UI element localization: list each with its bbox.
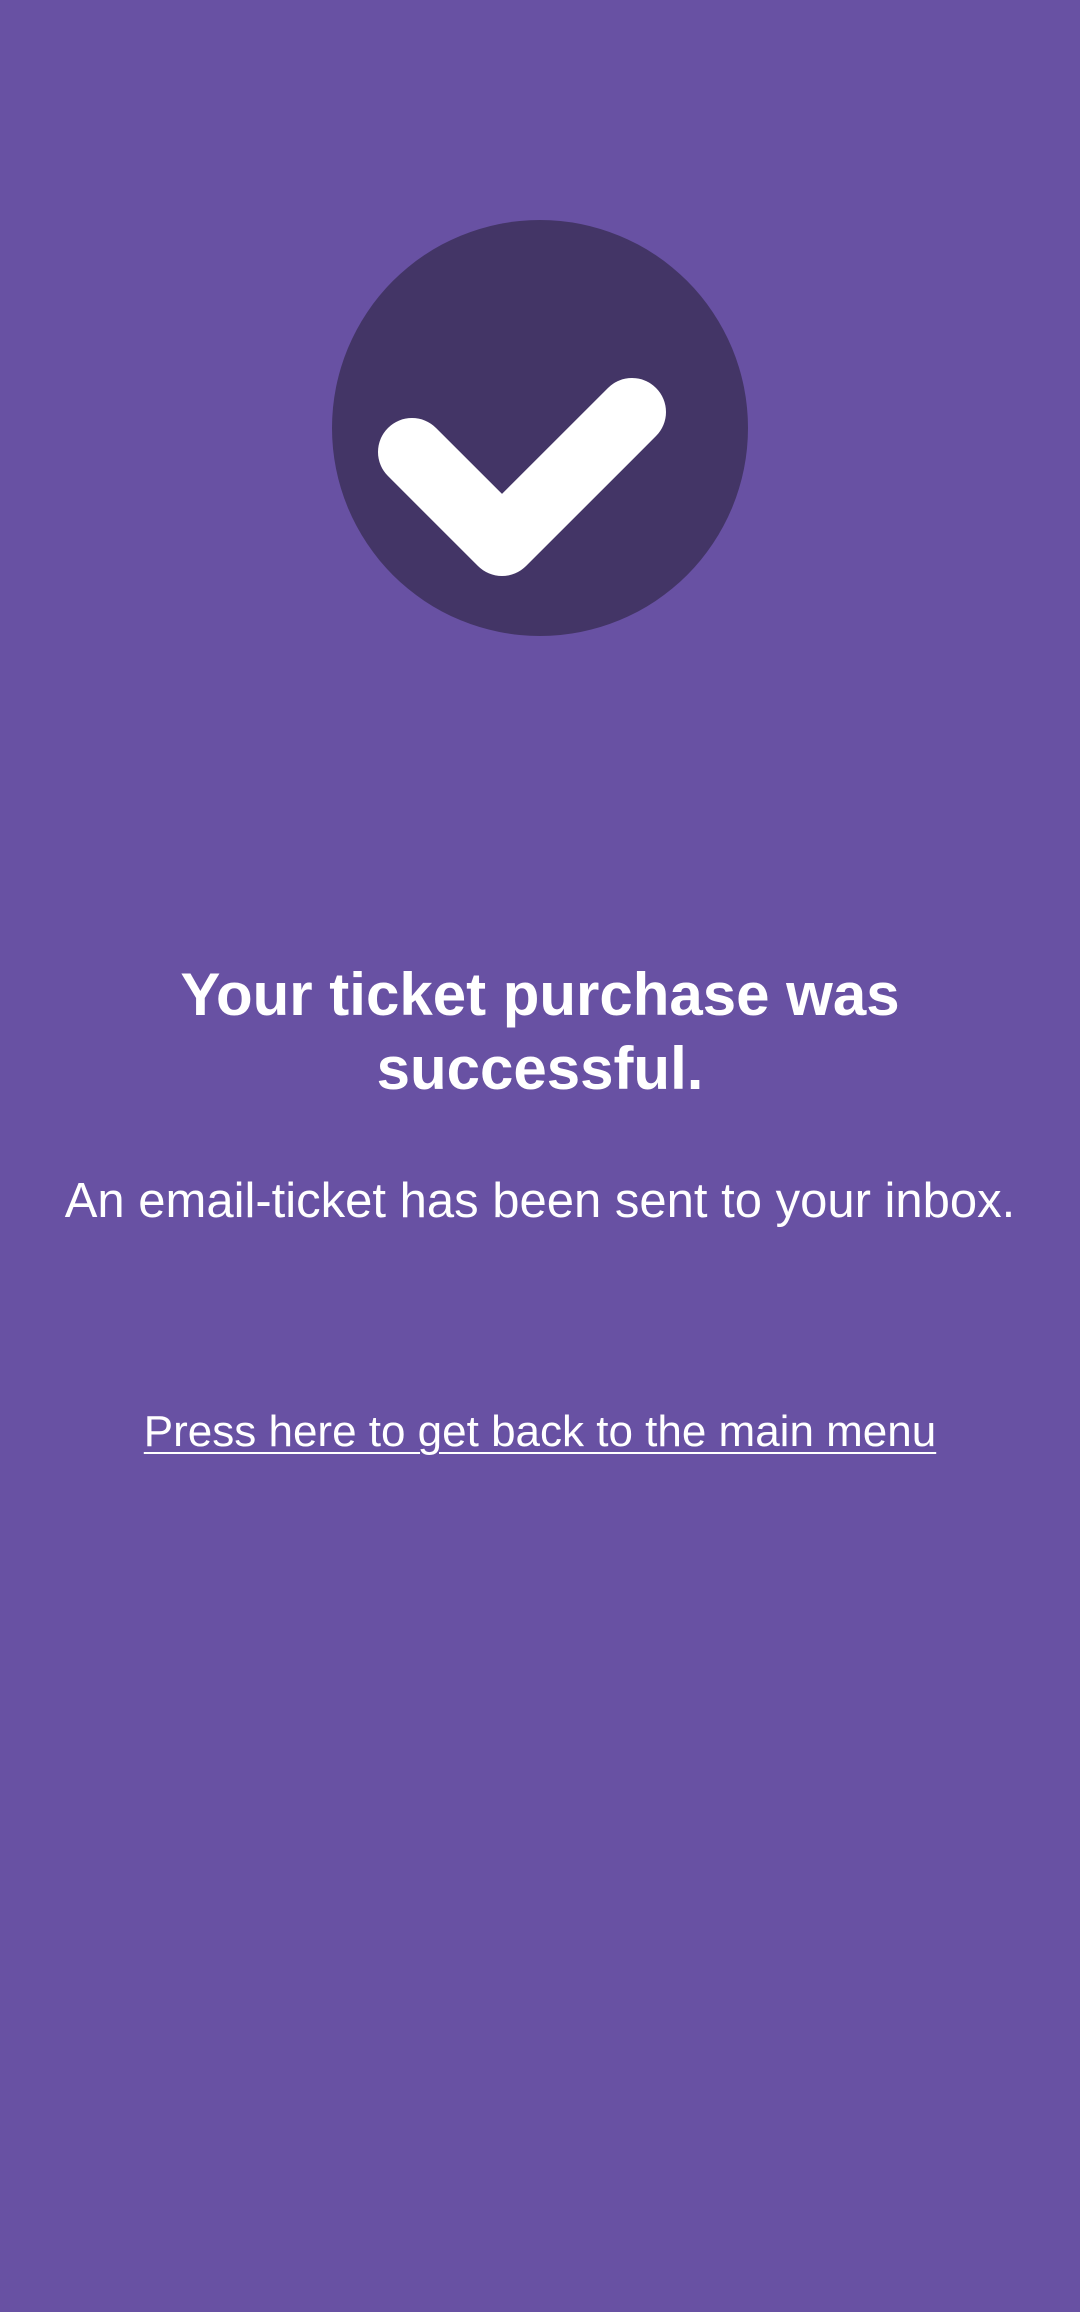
- email-sent-message: An email-ticket has been sent to your in…: [64, 1174, 1016, 1228]
- back-to-main-menu-link[interactable]: Press here to get back to the main menu: [100, 1402, 980, 1462]
- purchase-success-screen: Your ticket purchase was successful. An …: [0, 0, 1080, 2312]
- success-badge: [332, 220, 748, 636]
- checkmark-icon: [378, 378, 666, 576]
- success-headline: Your ticket purchase was successful.: [180, 961, 900, 1102]
